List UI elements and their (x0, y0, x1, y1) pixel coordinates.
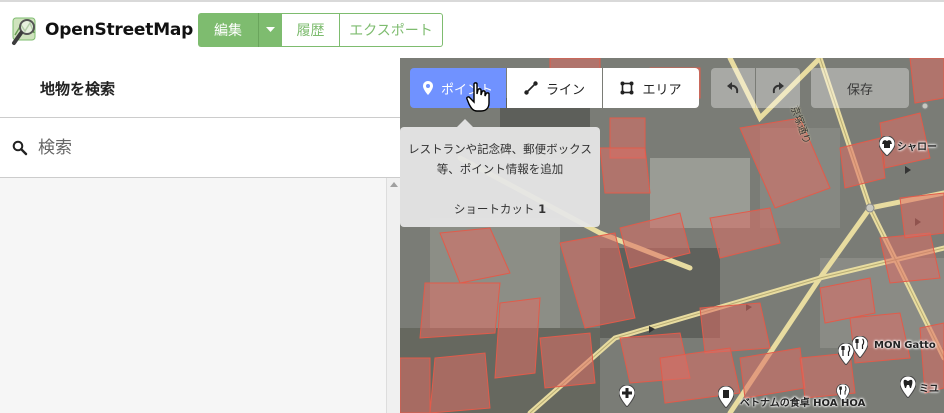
shortcut-label: ショートカット (453, 202, 535, 216)
poi-dentist[interactable] (899, 375, 917, 402)
area-icon (620, 81, 634, 95)
cup-icon (717, 385, 735, 409)
caret-down-icon (266, 27, 275, 32)
poi-cafe[interactable] (717, 385, 735, 412)
add-line-label: ライン (545, 82, 585, 98)
poi-restaurant-2[interactable] (851, 335, 869, 362)
tooltip-text-line2: 等、ポイント情報を追加 (436, 162, 564, 176)
history-button[interactable]: 履歴 (282, 13, 340, 47)
add-area-label: エリア (642, 82, 682, 98)
hand-cursor-icon (466, 82, 490, 112)
map-pin-icon (422, 81, 433, 95)
search-icon (12, 140, 28, 156)
restaurant-icon (851, 335, 869, 359)
feature-list-panel (0, 178, 386, 413)
edit-button[interactable]: 編集 (198, 13, 258, 47)
top-border (0, 0, 944, 2)
redo-icon (772, 82, 784, 94)
top-header: OpenStreetMap 編集 履歴 エクスポート (0, 0, 944, 58)
scroll-up-arrow-icon[interactable] (390, 182, 398, 187)
divider (0, 117, 400, 118)
edit-dropdown-button[interactable] (258, 13, 282, 47)
shirt-icon (878, 135, 896, 157)
tooltip-text-line1: レストランや記念碑、郵便ボックス (408, 142, 592, 156)
poi-clothes[interactable] (878, 135, 896, 160)
tooltip-shortcut: ショートカット 1 (400, 201, 600, 217)
poi-label-mon-gatto: MON Gatto (874, 340, 936, 351)
poi-label-clothes: シャロー (897, 142, 937, 153)
sidebar: 地物を検索 (0, 58, 400, 413)
poi-label-hoa-hoa: ベトナムの食卓 HOA HOA (740, 398, 866, 409)
osm-logo-icon[interactable] (10, 15, 40, 47)
poi-label-dentist: ミユ (919, 384, 939, 395)
line-icon (524, 81, 538, 95)
medical-cross-icon (618, 384, 636, 408)
save-button[interactable]: 保存 (811, 68, 909, 108)
export-button[interactable]: エクスポート (340, 13, 443, 47)
add-area-button[interactable]: エリア (603, 68, 699, 108)
redo-button[interactable] (756, 68, 800, 108)
search-input[interactable] (38, 132, 378, 164)
poi-medical[interactable] (618, 384, 636, 411)
undo-icon (727, 82, 739, 94)
tooltip-arrow (457, 119, 473, 127)
brand-name[interactable]: OpenStreetMap (45, 20, 193, 40)
edit-button-group: 編集 履歴 エクスポート (198, 13, 443, 47)
add-point-tooltip: レストランや記念碑、郵便ボックス 等、ポイント情報を追加 ショートカット 1 (400, 119, 600, 227)
shortcut-key: 1 (538, 202, 547, 216)
add-line-button[interactable]: ライン (507, 68, 602, 108)
map-view[interactable]: 京塚通り ポイント ライン エリア 保存 レストランや記念碑、郵便ボックス 等、… (400, 58, 944, 413)
undo-button[interactable] (711, 68, 755, 108)
sidebar-scrollbar[interactable] (386, 178, 400, 413)
sidebar-title: 地物を検索 (40, 80, 116, 98)
dentist-icon (899, 375, 917, 399)
